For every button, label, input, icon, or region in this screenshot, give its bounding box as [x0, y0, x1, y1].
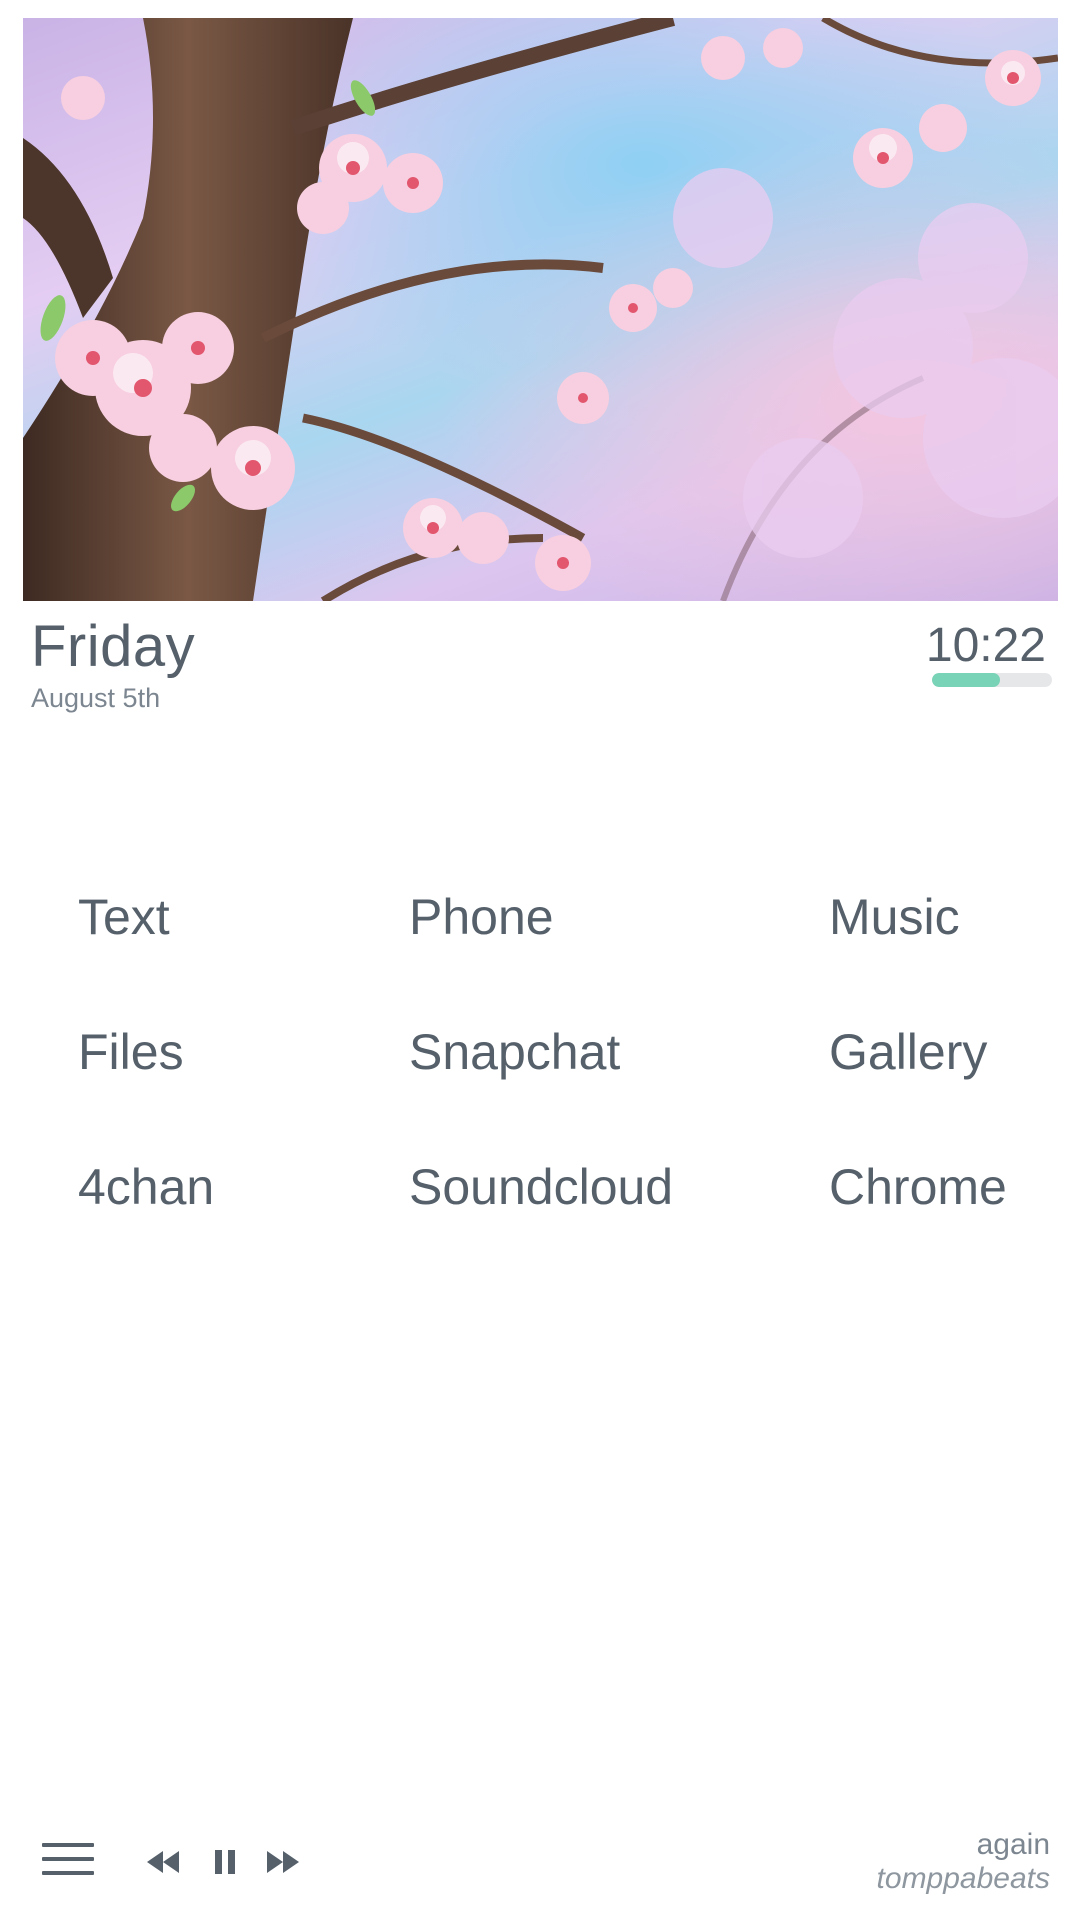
pause-icon[interactable]	[205, 1845, 245, 1879]
app-chrome[interactable]: Chrome	[829, 1158, 1007, 1216]
app-files[interactable]: Files	[78, 1023, 184, 1081]
app-gallery[interactable]: Gallery	[829, 1023, 987, 1081]
app-phone[interactable]: Phone	[409, 888, 554, 946]
app-text[interactable]: Text	[78, 888, 170, 946]
battery-bar	[932, 673, 1052, 687]
track-artist[interactable]: tomppabeats	[877, 1862, 1050, 1896]
launcher-screen: Friday August 5th 10:22 Text Phone Music…	[0, 0, 1080, 1920]
track-title[interactable]: again	[977, 1828, 1050, 1862]
app-music[interactable]: Music	[829, 888, 960, 946]
app-soundcloud[interactable]: Soundcloud	[409, 1158, 673, 1216]
app-snapchat[interactable]: Snapchat	[409, 1023, 620, 1081]
date-label: August 5th	[31, 683, 161, 713]
day-label: Friday	[31, 614, 196, 679]
rewind-icon[interactable]	[143, 1845, 183, 1879]
menu-icon[interactable]	[42, 1843, 94, 1879]
fast-forward-icon[interactable]	[263, 1845, 303, 1879]
battery-bar-fill	[932, 673, 1001, 687]
clock-label: 10:22	[925, 619, 1046, 672]
app-4chan[interactable]: 4chan	[78, 1158, 214, 1216]
wallpaper-image	[23, 18, 1058, 601]
